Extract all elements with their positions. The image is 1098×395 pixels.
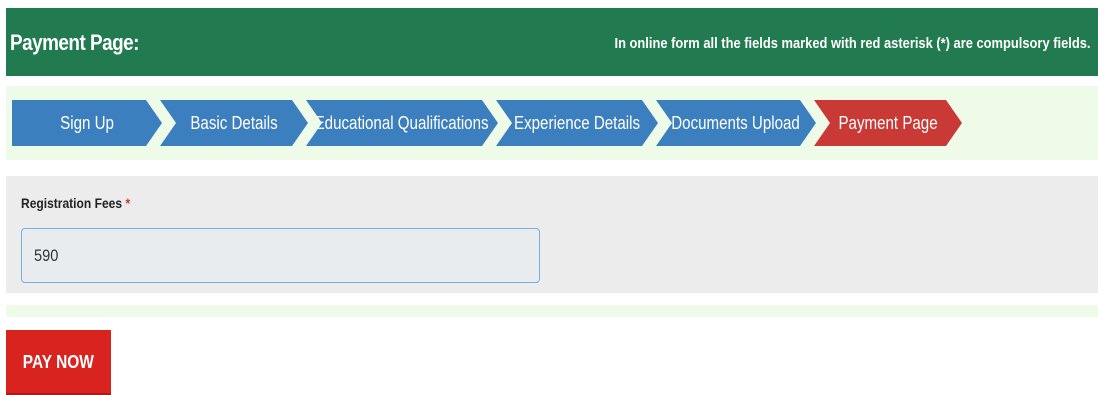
required-asterisk: * <box>125 195 131 211</box>
registration-fees-field[interactable]: 590 <box>21 228 540 283</box>
compulsory-fields-note: In online form all the fields marked wit… <box>614 35 1090 52</box>
step-label: Documents Upload <box>671 112 801 133</box>
step-educational-qualifications[interactable]: Educational Qualifications <box>306 100 498 146</box>
step-label: Basic Details <box>190 112 278 133</box>
step-label: Sign Up <box>60 112 114 133</box>
registration-fees-label-text: Registration Fees <box>21 195 123 211</box>
step-label: Payment Page <box>838 112 938 133</box>
step-label: Experience Details <box>513 112 641 133</box>
page-header: Payment Page: In online form all the fie… <box>6 8 1098 76</box>
step-label: Educational Qualifications <box>315 112 489 133</box>
registration-fees-value: 590 <box>34 245 59 265</box>
step-experience-details[interactable]: Experience Details <box>496 100 658 146</box>
step-payment-page[interactable]: Payment Page <box>814 100 962 146</box>
page-title: Payment Page: <box>10 30 139 55</box>
pay-now-button[interactable]: PAY NOW <box>6 330 111 395</box>
step-documents-upload[interactable]: Documents Upload <box>656 100 816 146</box>
progress-wizard: Sign Up Basic Details Educational Qualif… <box>6 86 1098 160</box>
registration-fees-label: Registration Fees * <box>21 195 130 211</box>
pay-now-label: PAY NOW <box>22 352 95 372</box>
section-divider <box>6 305 1098 317</box>
step-sign-up[interactable]: Sign Up <box>12 100 162 146</box>
registration-fees-panel: Registration Fees * 590 <box>6 176 1098 293</box>
step-basic-details[interactable]: Basic Details <box>160 100 308 146</box>
